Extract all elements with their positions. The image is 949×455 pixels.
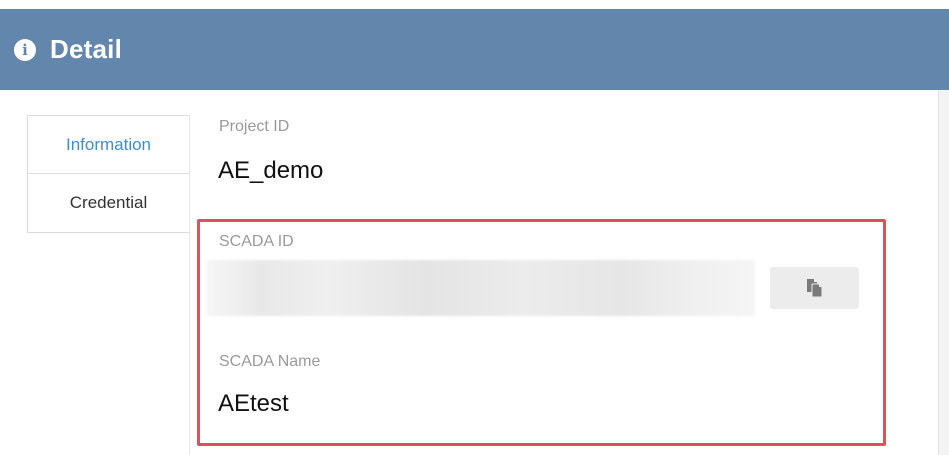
tab-credential[interactable]: Credential: [28, 174, 189, 232]
header-title: Detail: [50, 34, 123, 64]
info-icon: i: [14, 38, 36, 61]
scrollbar[interactable]: [938, 90, 949, 455]
scada-name-value: AEtest: [218, 390, 289, 417]
copy-scada-id-button[interactable]: [770, 267, 859, 309]
content-divider: [189, 115, 190, 455]
detail-header: i Detail: [0, 9, 949, 90]
scada-id-label: SCADA ID: [219, 233, 294, 250]
tab-information[interactable]: Information: [28, 116, 189, 174]
copy-icon: [806, 279, 822, 298]
project-id-label: Project ID: [219, 118, 290, 135]
scada-name-label: SCADA Name: [219, 353, 321, 370]
scada-id-value-obscured: [206, 260, 755, 316]
detail-tabs: Information Credential: [27, 115, 189, 233]
project-id-value: AE_demo: [218, 157, 324, 184]
highlight-box: [197, 219, 886, 446]
